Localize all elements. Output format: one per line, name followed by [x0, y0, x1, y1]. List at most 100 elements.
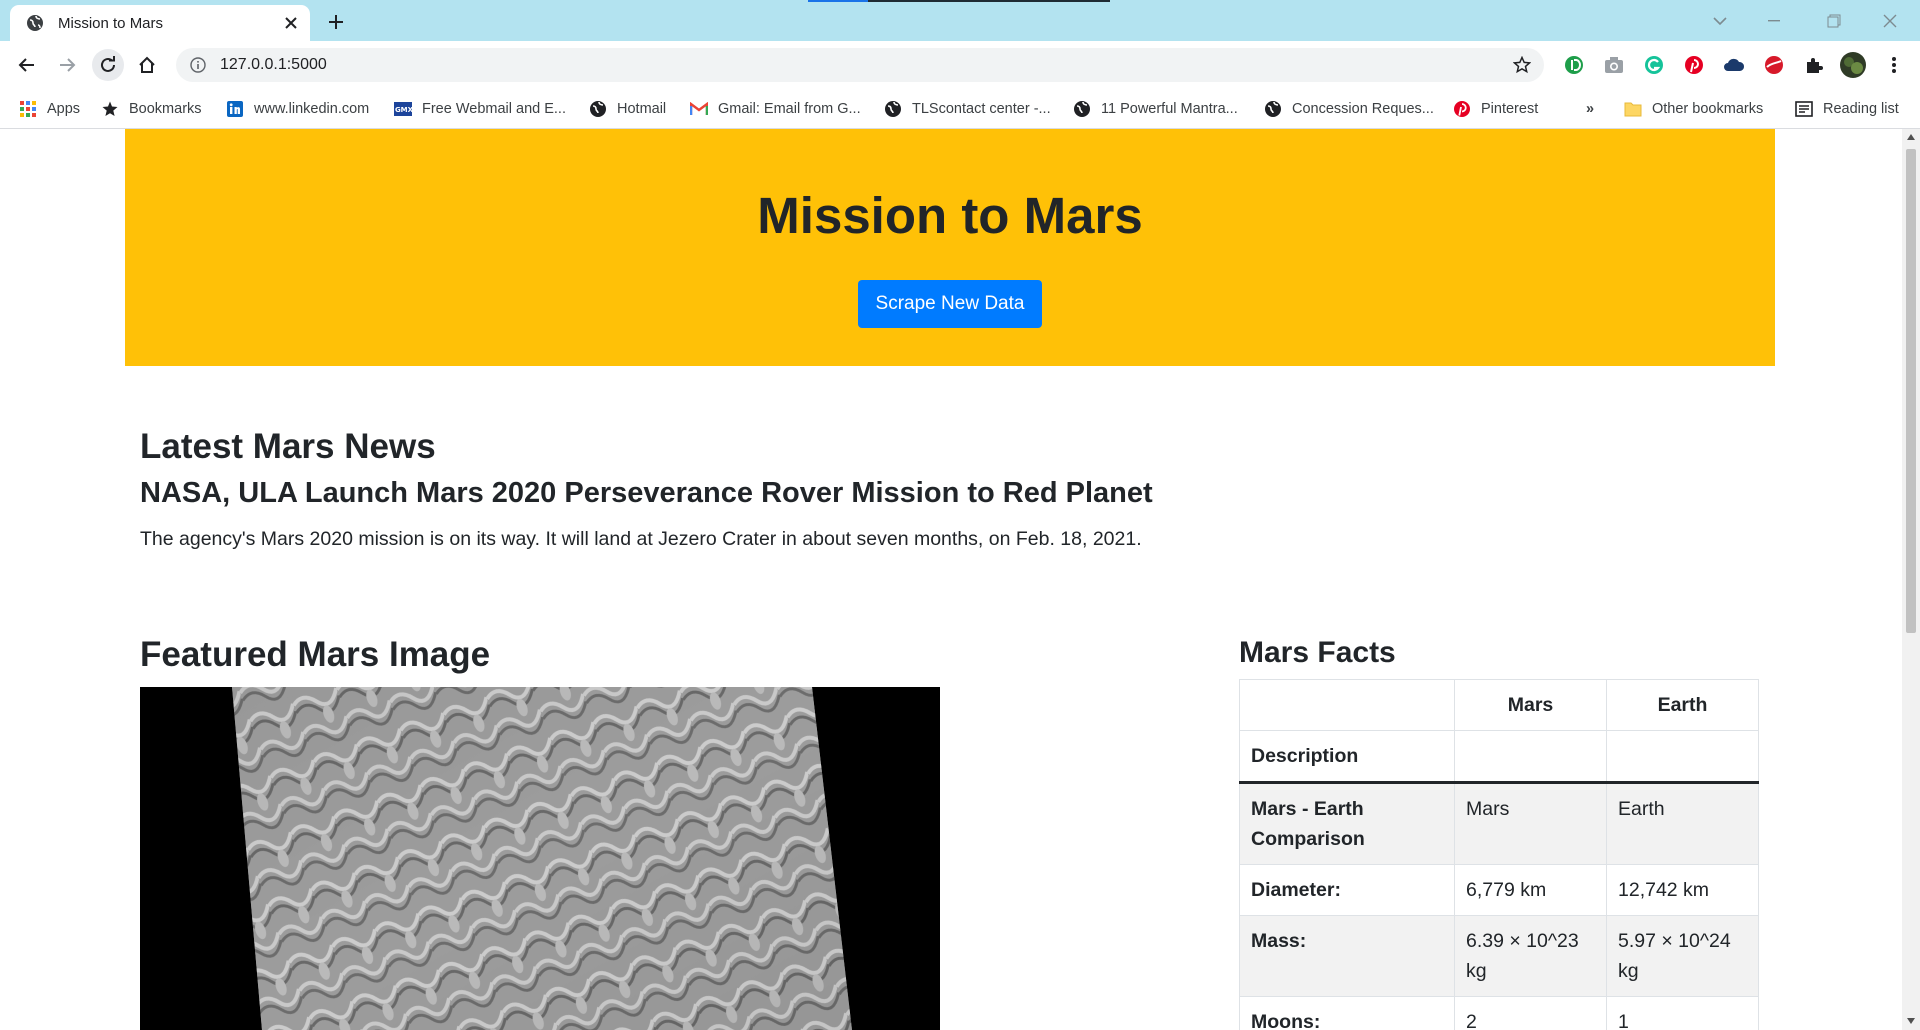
bookmark-mantra[interactable]: 11 Powerful Mantra... — [1073, 97, 1238, 121]
reading-list-button[interactable]: Reading list — [1795, 97, 1899, 121]
index-empty-cell — [1606, 730, 1759, 784]
globe-icon — [1264, 100, 1282, 118]
page-title: Mission to Mars — [757, 187, 1143, 244]
globe-icon — [26, 14, 44, 32]
bookmark-linkedin[interactable]: www.linkedin.com — [226, 97, 369, 121]
new-tab-button[interactable] — [322, 8, 350, 36]
bookmark-concession[interactable]: Concession Reques... — [1264, 97, 1434, 121]
avatar[interactable] — [1838, 50, 1868, 80]
reload-button[interactable] — [92, 49, 124, 81]
site-info-icon[interactable] — [188, 55, 208, 75]
scrape-new-data-button[interactable]: Scrape New Data — [858, 280, 1042, 328]
index-label: Description — [1239, 730, 1455, 784]
loading-strip — [808, 0, 1110, 2]
jumbotron: Mission to Mars Scrape New Data — [125, 129, 1775, 366]
column-header-mars: Mars — [1454, 679, 1607, 731]
tab-strip: Mission to Mars — [0, 0, 1920, 41]
mars-facts-heading: Mars Facts — [1239, 636, 1396, 669]
gmail-icon — [690, 100, 708, 118]
page-viewport: Mission to Mars Scrape New Data Latest M… — [0, 129, 1902, 1030]
table-header-row: Mars Earth — [1239, 679, 1759, 731]
minimize-button[interactable] — [1746, 0, 1802, 41]
featured-image-heading: Featured Mars Image — [140, 635, 491, 674]
table-index-row: Description — [1239, 730, 1759, 784]
row-label: Moons: — [1239, 996, 1455, 1030]
browser-tab[interactable]: Mission to Mars — [10, 5, 310, 41]
tab-search-icon[interactable] — [1692, 0, 1748, 41]
mars-dune-image — [140, 687, 940, 1030]
apps-grid-icon — [19, 100, 37, 118]
grammarly-icon[interactable] — [1641, 52, 1667, 78]
news-paragraph: The agency's Mars 2020 mission is on its… — [140, 528, 1142, 550]
bookmark-star-icon[interactable] — [1508, 51, 1536, 79]
column-header-earth: Earth — [1606, 679, 1759, 731]
camera-icon[interactable] — [1601, 52, 1627, 78]
home-button[interactable] — [131, 49, 163, 81]
reload-icon — [101, 56, 115, 72]
row-label: Mass: — [1239, 915, 1455, 997]
index-empty-cell — [1454, 730, 1607, 784]
mars-value: 6,779 km — [1454, 864, 1607, 916]
bookmark-other[interactable]: Other bookmarks — [1624, 97, 1763, 121]
back-button[interactable] — [11, 49, 43, 81]
cloud-icon[interactable] — [1721, 52, 1747, 78]
table-corner-cell — [1239, 679, 1455, 731]
bookmark-bookmarks[interactable]: Bookmarks — [101, 97, 202, 121]
page-scrollbar[interactable] — [1902, 129, 1920, 1030]
arrow-right-icon — [60, 58, 76, 72]
table-row: Mars - Earth Comparison Mars Earth — [1239, 782, 1759, 865]
bookmarks-overflow-button[interactable]: » — [1586, 97, 1594, 121]
close-window-button[interactable] — [1862, 0, 1918, 41]
scroll-up-icon[interactable] — [1906, 132, 1916, 142]
arrow-left-icon — [18, 58, 34, 72]
tab-title: Mission to Mars — [58, 14, 164, 32]
earth-value: Earth — [1606, 782, 1759, 865]
red-ball-icon[interactable] — [1761, 52, 1787, 78]
news-title: NASA, ULA Launch Mars 2020 Perseverance … — [140, 477, 1153, 509]
extension-green-icon[interactable] — [1561, 52, 1587, 78]
home-icon — [139, 56, 155, 73]
address-bar[interactable]: 127.0.0.1:5000 — [176, 48, 1544, 82]
bookmark-apps[interactable]: Apps — [19, 97, 80, 121]
globe-icon — [884, 100, 902, 118]
row-label: Diameter: — [1239, 864, 1455, 916]
pinterest-extension-icon[interactable] — [1681, 52, 1707, 78]
menu-kebab-icon[interactable] — [1881, 52, 1907, 78]
puzzle-icon[interactable] — [1801, 52, 1827, 78]
browser-toolbar: 127.0.0.1:5000 — [0, 41, 1920, 89]
mars-value: Mars — [1454, 782, 1607, 865]
globe-icon — [1073, 100, 1091, 118]
folder-icon — [1624, 100, 1642, 118]
mars-value: 2 — [1454, 996, 1607, 1030]
table-row: Moons: 2 1 — [1239, 996, 1759, 1030]
row-label: Mars - Earth Comparison — [1239, 782, 1455, 865]
featured-mars-image[interactable] — [140, 687, 940, 1030]
bookmark-hotmail[interactable]: Hotmail — [589, 97, 666, 121]
earth-value: 12,742 km — [1606, 864, 1759, 916]
restore-button[interactable] — [1806, 0, 1862, 41]
mars-facts-table: Mars Earth Description Mars - Earth Comp… — [1239, 679, 1759, 1030]
bookmark-tlscontact[interactable]: TLScontact center -... — [884, 97, 1051, 121]
reading-list-icon — [1795, 100, 1813, 118]
mars-value: 6.39 × 10^23 kg — [1454, 915, 1607, 997]
bookmarks-bar: Apps Bookmarks www.linkedin.com GMX Free… — [0, 89, 1920, 129]
close-tab-icon[interactable] — [278, 10, 304, 36]
news-heading: Latest Mars News — [140, 427, 436, 466]
earth-value: 5.97 × 10^24 kg — [1606, 915, 1759, 997]
globe-icon — [589, 100, 607, 118]
scrollbar-thumb[interactable] — [1906, 149, 1916, 633]
bookmark-pinterest[interactable]: Pinterest — [1453, 97, 1538, 121]
pinterest-icon — [1453, 100, 1471, 118]
linkedin-icon — [226, 100, 244, 118]
svg-text:GMX: GMX — [395, 106, 412, 114]
bookmark-gmx[interactable]: GMX Free Webmail and E... — [394, 97, 566, 121]
forward-button[interactable] — [51, 49, 83, 81]
earth-value: 1 — [1606, 996, 1759, 1030]
table-row: Diameter: 6,779 km 12,742 km — [1239, 864, 1759, 916]
url-text[interactable]: 127.0.0.1:5000 — [220, 56, 1508, 74]
bookmark-gmail[interactable]: Gmail: Email from G... — [690, 97, 861, 121]
star-icon — [101, 100, 119, 118]
scroll-down-icon[interactable] — [1906, 1016, 1916, 1026]
gmx-icon: GMX — [394, 100, 412, 118]
table-row: Mass: 6.39 × 10^23 kg 5.97 × 10^24 kg — [1239, 915, 1759, 997]
